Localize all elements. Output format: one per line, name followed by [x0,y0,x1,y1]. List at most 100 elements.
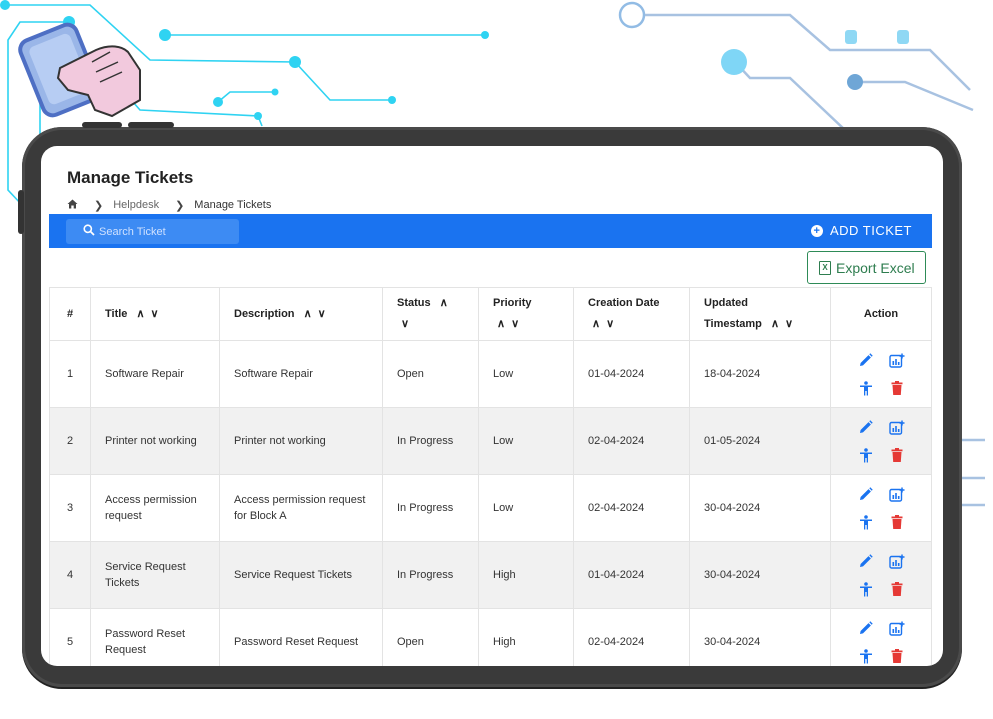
table-row[interactable]: 4 Service Request Tickets Service Reques… [49,541,932,609]
add-circle-icon: + [810,224,823,237]
col-header-timestamp-label: Timestamp [704,318,762,330]
breadcrumb-current: Manage Tickets [194,199,272,211]
tablet-side-button [18,190,24,234]
cell-description: Password Reset Request [219,608,383,666]
trash-icon[interactable] [886,444,908,466]
cell-priority: High [478,608,574,666]
chart-add-icon[interactable] [886,483,908,505]
cell-num: 4 [49,541,91,609]
pencil-icon[interactable] [855,349,877,371]
sort-down-icon[interactable]: ∨ [511,314,519,335]
sort-down-icon[interactable]: ∨ [401,314,409,335]
cell-status: Open [382,608,479,666]
sort-up-icon[interactable]: ∧ [592,314,600,335]
trash-icon[interactable] [886,645,908,666]
tablet-screen: Manage Tickets ❯ Helpdesk ❯ Manage Ticke… [41,146,943,666]
person-icon[interactable] [855,444,877,466]
cell-description: Access permission request for Block A [219,474,383,542]
person-icon[interactable] [855,578,877,600]
table-toolbar: + ADD TICKET [49,214,932,248]
cell-status: In Progress [382,541,479,609]
pencil-icon[interactable] [855,483,877,505]
sort-down-icon[interactable]: ∨ [151,304,159,325]
table-header-row: # Title ∧ ∨ Description ∧ ∨ Status ∧ ∨ Pri… [49,287,932,341]
cell-updated-timestamp: 30-04-2024 [689,474,831,542]
home-icon[interactable] [67,199,78,212]
person-icon[interactable] [855,377,877,399]
col-header-priority-label: Priority [493,297,532,309]
person-icon[interactable] [855,511,877,533]
col-header-title[interactable]: Title ∧ ∨ [90,287,220,341]
export-excel-button[interactable]: X Export Excel [807,251,926,284]
sort-up-icon[interactable]: ∧ [497,314,505,335]
col-header-num: # [49,287,91,341]
sort-down-icon[interactable]: ∨ [318,304,326,325]
col-header-updated-label: Updated [704,297,748,309]
sort-up-icon[interactable]: ∧ [136,304,144,325]
chevron-right-icon: ❯ [175,199,185,212]
cell-title: Access permission request [90,474,220,542]
tablet-top-button-1 [82,122,122,128]
trash-icon[interactable] [886,511,908,533]
page-title: Manage Tickets [67,168,194,187]
chart-add-icon[interactable] [886,617,908,639]
cell-priority: High [478,541,574,609]
col-header-priority[interactable]: Priority ∧ ∨ [478,287,574,341]
col-header-status-label: Status [397,297,431,309]
cell-creation-date: 01-04-2024 [573,541,690,609]
search-input[interactable] [99,225,239,238]
col-header-status[interactable]: Status ∧ ∨ [382,287,479,341]
col-header-description-label: Description [234,307,295,320]
cell-creation-date: 02-04-2024 [573,608,690,666]
chart-add-icon[interactable] [886,349,908,371]
col-header-description[interactable]: Description ∧ ∨ [219,287,383,341]
table-row[interactable]: 5 Password Reset Request Password Reset … [49,608,932,666]
cell-num: 3 [49,474,91,542]
col-header-action: Action [830,287,932,341]
person-icon[interactable] [855,645,877,666]
breadcrumb-helpdesk[interactable]: Helpdesk [113,199,159,211]
tablet-top-button-2 [128,122,174,128]
cell-creation-date: 02-04-2024 [573,474,690,542]
col-header-creation-date[interactable]: Creation Date ∧ ∨ [573,287,690,341]
table-row[interactable]: 3 Access permission request Access permi… [49,474,932,542]
sort-up-icon[interactable]: ∧ [771,314,779,335]
table-row[interactable]: 1 Software Repair Software Repair Open L… [49,340,932,408]
cell-description: Service Request Tickets [219,541,383,609]
trash-icon[interactable] [886,377,908,399]
add-ticket-button[interactable]: + ADD TICKET [810,223,912,238]
sort-up-icon[interactable]: ∧ [440,293,448,314]
sort-up-icon[interactable]: ∧ [304,304,312,325]
col-header-updated-timestamp[interactable]: Updated Timestamp ∧ ∨ [689,287,831,341]
breadcrumb: ❯ Helpdesk ❯ Manage Tickets [67,198,271,212]
sort-down-icon[interactable]: ∨ [606,314,614,335]
sort-down-icon[interactable]: ∨ [785,314,793,335]
cell-actions [830,340,932,408]
cell-status: In Progress [382,474,479,542]
chart-add-icon[interactable] [886,416,908,438]
cell-title: Password Reset Request [90,608,220,666]
pencil-icon[interactable] [855,617,877,639]
cell-actions [830,541,932,609]
pencil-icon[interactable] [855,416,877,438]
cell-creation-date: 02-04-2024 [573,407,690,475]
export-excel-label: Export Excel [836,259,915,276]
search-icon [83,223,95,241]
search-box[interactable] [66,219,239,244]
chart-add-icon[interactable] [886,550,908,572]
cell-title: Printer not working [90,407,220,475]
trash-icon[interactable] [886,578,908,600]
pencil-icon[interactable] [855,550,877,572]
cell-status: In Progress [382,407,479,475]
cell-updated-timestamp: 01-05-2024 [689,407,831,475]
cell-description: Software Repair [219,340,383,408]
table-row[interactable]: 2 Printer not working Printer not workin… [49,407,932,475]
cell-description: Printer not working [219,407,383,475]
cell-actions [830,474,932,542]
cell-num: 1 [49,340,91,408]
cell-status: Open [382,340,479,408]
cell-num: 5 [49,608,91,666]
add-ticket-label: ADD TICKET [829,223,912,238]
chevron-right-icon: ❯ [94,199,104,212]
cell-updated-timestamp: 30-04-2024 [689,608,831,666]
